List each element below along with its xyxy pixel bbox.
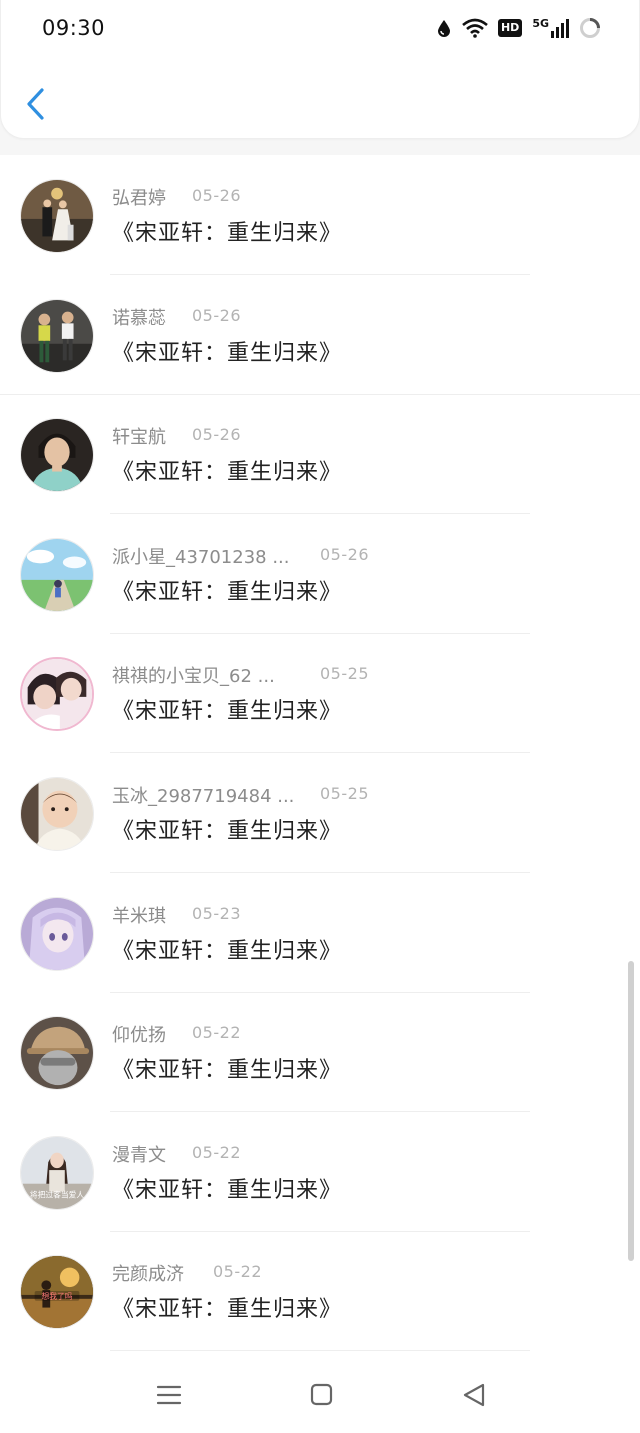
date-label: 05-22 [213,1262,262,1282]
menu-icon[interactable] [154,1381,184,1409]
hd-icon: HD [497,19,523,37]
avatar-anime-girl [21,897,93,970]
user-name: 羊米琪 [112,905,166,927]
book-title[interactable]: 《宋亚轩：重生归来》 [112,215,342,247]
avatar-wedding-photo [21,180,93,252]
date-label: 05-26 [192,186,241,205]
5g-signal-icon: 5G [532,16,569,38]
user-name: 完颜成济 [112,1264,184,1286]
list-item[interactable]: 弘君婷 05-26 《宋亚轩：重生归来》 [0,155,640,275]
user-name: 祺祺的小宝贝_62 ... [112,666,275,688]
user-name: 轩宝航 [112,427,166,449]
date-label: 05-23 [192,903,241,923]
network-label: 5G [532,16,549,30]
book-title[interactable]: 《宋亚轩：重生归来》 [112,335,342,367]
avatar-boy-portrait [21,419,93,492]
reader-list: 弘君婷 05-26 《宋亚轩：重生归来》 诺慕蕊 05-26 《宋亚轩：重生归来… [0,155,640,1355]
wifi-icon [462,18,488,38]
loading-icon [580,18,600,38]
divider [110,1350,530,1352]
list-item[interactable]: 想我了吗 完颜成济 05-22 《宋亚轩：重生归来》 [0,1231,640,1352]
avatar-caption: 将把过客当爱人 [30,1189,85,1199]
user-name: 诺慕蕊 [112,307,166,329]
system-navbar [0,1355,640,1433]
user-name: 仰优扬 [112,1025,166,1047]
scrollbar[interactable] [628,961,634,1261]
list-item[interactable]: 轩宝航 05-26 《宋亚轩：重生归来》 [0,394,640,515]
list-item[interactable]: 将把过客当爱人 漫青文 05-22 《宋亚轩：重生归来》 [0,1112,640,1232]
avatar[interactable]: 想我了吗 [20,1255,94,1330]
date-label: 05-26 [320,544,369,564]
list-item[interactable]: 仰优扬 05-22 《宋亚轩：重生归来》 [0,992,640,1113]
avatar-sunset-child: 想我了吗 [21,1256,93,1329]
date-label: 05-22 [192,1142,241,1162]
book-title[interactable]: 《宋亚轩：重生归来》 [112,1291,342,1323]
list-item[interactable]: 派小星_43701238 ... 05-26 《宋亚轩：重生归来》 [0,514,640,634]
user-name: 漫青文 [112,1144,166,1166]
book-title[interactable]: 《宋亚轩：重生归来》 [112,1052,342,1084]
book-title[interactable]: 《宋亚轩：重生归来》 [112,813,342,845]
avatar-couple-photo [22,659,92,730]
app-header: 09:30 HD 5G [0,0,640,139]
avatar-girl-street: 将把过客当爱人 [21,1136,93,1209]
date-label: 05-26 [192,305,241,325]
date-label: 05-22 [192,1023,241,1043]
avatar[interactable] [20,657,94,732]
list-item[interactable]: 诺慕蕊 05-26 《宋亚轩：重生归来》 [0,275,640,395]
book-title[interactable]: 《宋亚轩：重生归来》 [112,693,342,725]
avatar[interactable] [20,418,94,493]
avatar[interactable] [20,298,94,373]
avatar-anime-scenery [21,538,93,611]
avatar-caption: 想我了吗 [41,1291,72,1301]
date-label: 05-25 [320,664,369,684]
status-time: 09:30 [42,16,106,40]
user-name: 玉冰_2987719484 ... [112,786,295,807]
home-square-icon[interactable] [306,1381,336,1409]
date-label: 05-26 [192,425,241,445]
user-name: 弘君婷 [112,188,166,209]
avatar[interactable] [20,896,94,971]
water-drop-icon [437,20,450,37]
list-item[interactable]: 羊米琪 05-23 《宋亚轩：重生归来》 [0,873,640,993]
avatar[interactable] [20,1016,94,1091]
user-name: 派小星_43701238 ... [112,546,290,568]
book-title[interactable]: 《宋亚轩：重生归来》 [112,1172,342,1204]
chevron-left-icon[interactable] [23,87,49,121]
avatar[interactable] [20,179,94,253]
status-icons: HD 5G [436,16,601,40]
book-title[interactable]: 《宋亚轩：重生归来》 [112,933,342,965]
avatar-cap-person [21,1017,93,1090]
avatar[interactable] [20,777,94,851]
avatar[interactable]: 将把过客当爱人 [20,1135,94,1210]
avatar[interactable] [20,537,94,612]
book-title[interactable]: 《宋亚轩：重生归来》 [112,454,342,486]
avatar-two-children [21,299,93,372]
list-item[interactable]: 玉冰_2987719484 ... 05-25 《宋亚轩：重生归来》 [0,753,640,873]
book-title[interactable]: 《宋亚轩：重生归来》 [112,574,342,606]
list-item[interactable]: 祺祺的小宝贝_62 ... 05-25 《宋亚轩：重生归来》 [0,633,640,754]
avatar-baby-photo [21,778,93,850]
date-label: 05-25 [320,784,369,803]
back-triangle-icon[interactable] [460,1381,490,1409]
